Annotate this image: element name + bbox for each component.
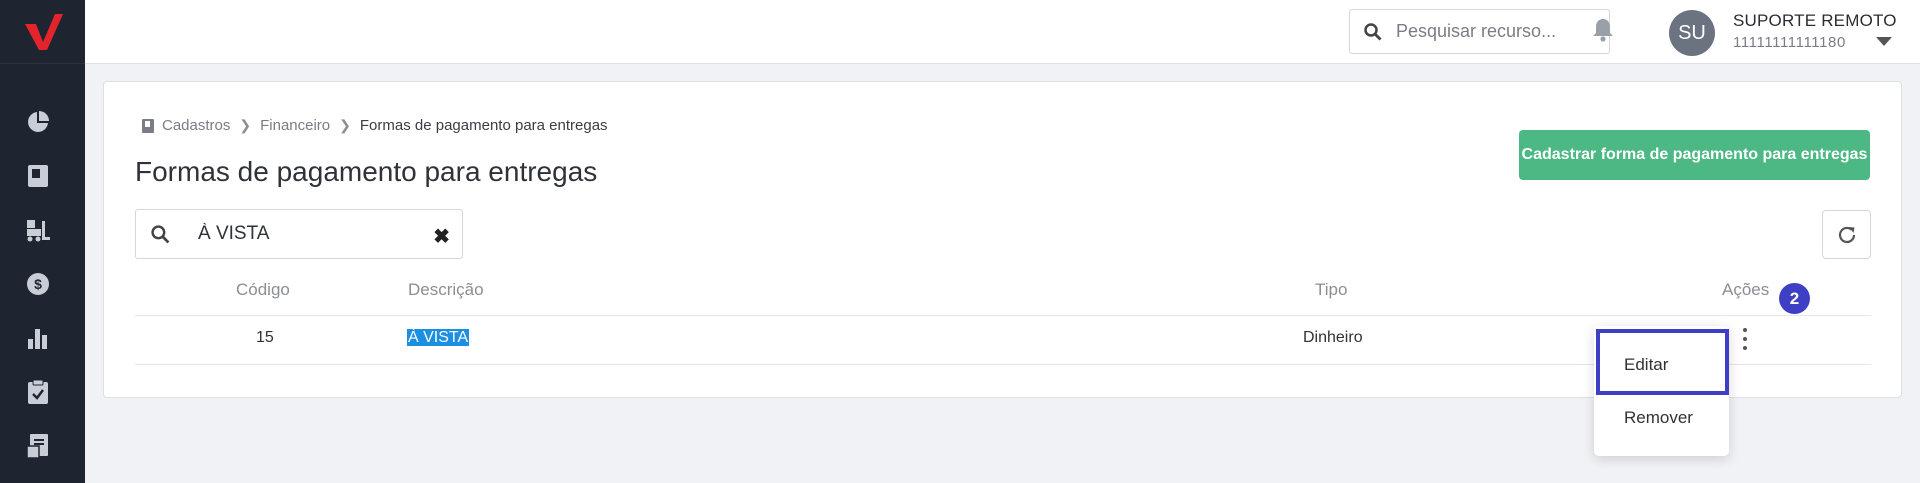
logo[interactable] (0, 0, 85, 64)
avatar[interactable]: SU (1669, 10, 1715, 56)
document-icon[interactable] (24, 432, 52, 460)
page-title: Formas de pagamento para entregas (135, 156, 598, 187)
sidebar: $ (0, 0, 85, 483)
filter-input[interactable] (198, 223, 418, 245)
breadcrumb-item-current: Formas de pagamento para entregas (359, 117, 608, 134)
cell-codigo: 15 (256, 329, 274, 346)
book-icon (142, 118, 154, 133)
breadcrumb-item-financeiro[interactable]: Financeiro (260, 117, 330, 134)
filter-search[interactable]: ✖ (135, 209, 463, 259)
forklift-icon[interactable] (24, 216, 52, 244)
cell-tipo: Dinheiro (1303, 329, 1363, 346)
bar-chart-icon[interactable] (24, 324, 52, 352)
search-icon (151, 224, 170, 243)
column-header-tipo[interactable]: Tipo (1315, 280, 1347, 300)
search-input[interactable] (1396, 21, 1596, 42)
dollar-icon[interactable]: $ (24, 270, 52, 298)
breadcrumb-item-cadastros[interactable]: Cadastros (162, 117, 230, 134)
clipboard-icon[interactable] (24, 378, 52, 406)
resource-search[interactable] (1349, 9, 1610, 54)
search-icon (1364, 22, 1382, 40)
refresh-icon (1838, 226, 1855, 243)
user-id: 11111111111180 (1733, 34, 1846, 51)
user-menu-caret-icon[interactable] (1876, 37, 1892, 46)
step-badge: 2 (1779, 283, 1810, 314)
cell-descricao: À VISTA (407, 329, 470, 347)
menu-item-remover[interactable]: Remover (1624, 408, 1693, 428)
chevron-right-icon: ❯ (339, 117, 351, 133)
column-header-descricao[interactable]: Descrição (408, 280, 484, 300)
user-name: SUPORTE REMOTO (1733, 11, 1897, 30)
column-header-acoes: Ações (1722, 280, 1770, 299)
top-header (85, 0, 1920, 64)
add-payment-method-button[interactable]: Cadastrar forma de pagamento para entreg… (1519, 130, 1870, 180)
svg-text:$: $ (34, 276, 42, 292)
chevron-right-icon: ❯ (239, 117, 252, 133)
row-actions-kebab-icon[interactable] (1739, 328, 1751, 350)
breadcrumb: Cadastros ❯ Financeiro ❯ Formas de pagam… (142, 117, 608, 134)
book-icon[interactable] (24, 162, 52, 190)
brand-logo-icon (24, 13, 63, 50)
selected-text: À VISTA (407, 329, 470, 346)
pie-chart-icon[interactable] (24, 108, 52, 136)
column-header-codigo[interactable]: Código (236, 280, 290, 300)
notification-bell-icon[interactable] (1591, 17, 1615, 48)
clear-icon[interactable]: ✖ (433, 224, 450, 249)
table-divider (135, 315, 1871, 316)
refresh-button[interactable] (1822, 210, 1871, 259)
highlight-box (1596, 329, 1729, 395)
